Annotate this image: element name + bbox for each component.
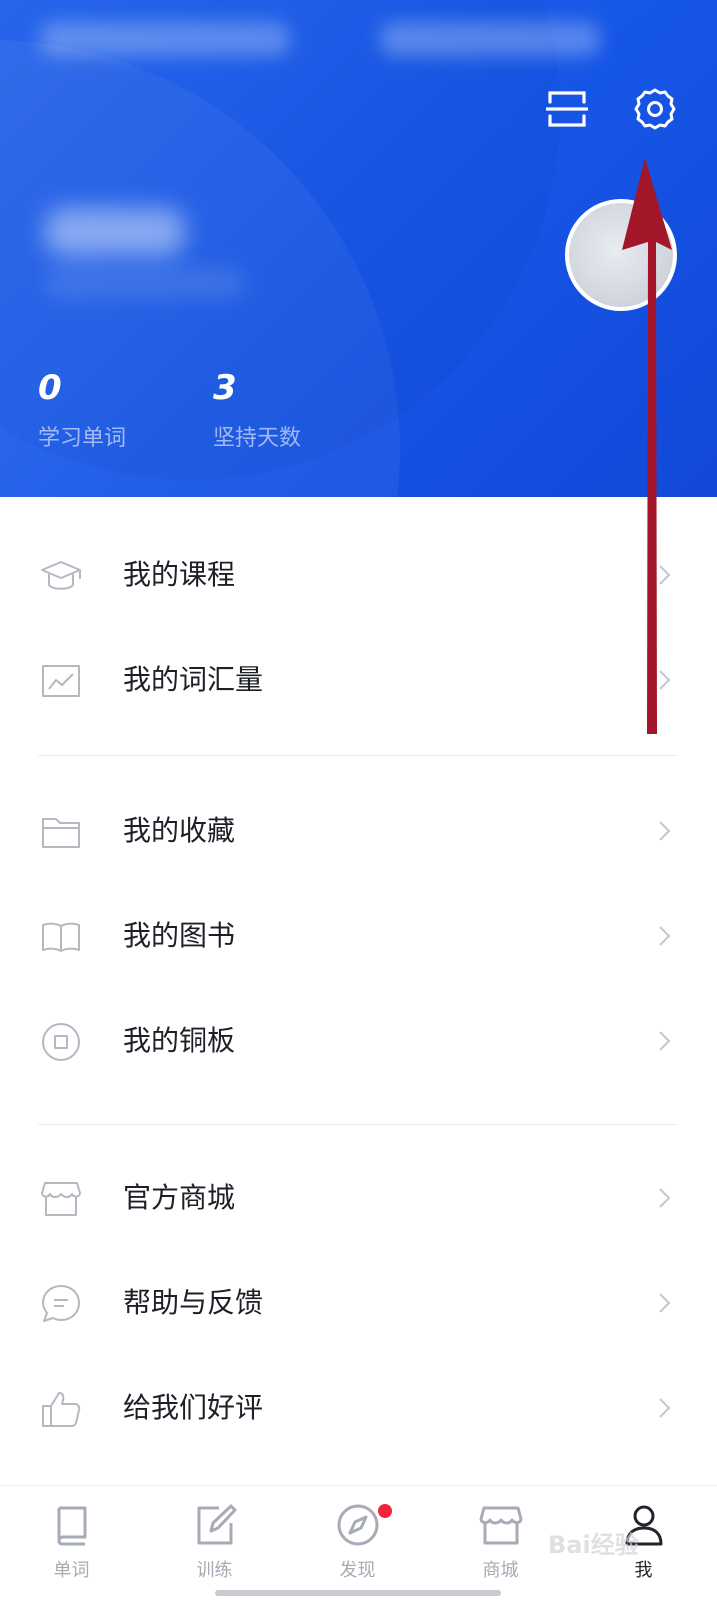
menu-item-label: 我的铜板 <box>123 1024 236 1057</box>
graduation-cap-icon <box>41 561 81 590</box>
chevron-right-icon <box>659 1398 671 1418</box>
chevron-right-icon <box>659 1293 671 1313</box>
gear-icon[interactable] <box>633 87 677 131</box>
home-indicator <box>215 1590 501 1596</box>
learned-words-count: 0 <box>38 368 62 408</box>
menu-item-label: 官方商城 <box>123 1181 236 1214</box>
menu-item-my-vocabulary[interactable]: 我的词汇量 <box>0 630 717 730</box>
thumbs-up-icon <box>42 1392 81 1427</box>
watermark: Bai经验 <box>548 1531 639 1559</box>
nav-tab-words[interactable]: 单词 <box>0 1486 143 1586</box>
menu-item-rate-us[interactable]: 给我们好评 <box>0 1358 717 1458</box>
menu-item-my-coins[interactable]: 我的铜板 <box>0 991 717 1091</box>
profile-header: 0 学习单词 3 坚持天数 <box>0 0 717 497</box>
menu-item-label: 我的词汇量 <box>123 663 264 696</box>
blurred-status-bar <box>380 22 600 56</box>
book-icon <box>57 1506 86 1546</box>
menu-item-label: 我的图书 <box>123 919 236 952</box>
nav-tab-discover[interactable]: 发现 <box>286 1486 429 1586</box>
menu-item-help-feedback[interactable]: 帮助与反馈 <box>0 1253 717 1353</box>
nav-tab-label: 发现 <box>339 1560 376 1581</box>
nav-tab-label: 单词 <box>53 1560 90 1581</box>
scan-icon[interactable] <box>546 88 588 130</box>
store-icon <box>41 1182 81 1216</box>
coin-icon <box>42 1023 80 1061</box>
menu-item-my-favorites[interactable]: 我的收藏 <box>0 781 717 881</box>
chevron-right-icon <box>659 926 671 946</box>
nav-tab-training[interactable]: 训练 <box>143 1486 286 1586</box>
blurred-user-info <box>45 268 245 298</box>
annotation-arrow <box>622 158 672 734</box>
menu-item-label: 我的课程 <box>123 558 236 591</box>
menu-item-my-courses[interactable]: 我的课程 <box>0 525 717 625</box>
learned-words-label: 学习单词 <box>38 426 127 451</box>
blurred-status-bar <box>40 22 290 56</box>
menu-item-label: 我的收藏 <box>123 814 236 847</box>
compass-icon <box>337 1504 378 1546</box>
line-chart-icon <box>42 665 80 697</box>
menu-item-my-books[interactable]: 我的图书 <box>0 886 717 986</box>
chevron-right-icon <box>659 821 671 841</box>
divider <box>38 755 678 756</box>
nav-tab-label: 训练 <box>196 1560 233 1581</box>
menu-item-label: 给我们好评 <box>123 1391 264 1424</box>
menu-item-official-store[interactable]: 官方商城 <box>0 1148 717 1248</box>
streak-days-label: 坚持天数 <box>213 426 302 451</box>
divider <box>38 1124 678 1125</box>
edit-icon <box>197 1504 236 1545</box>
menu-item-label: 帮助与反馈 <box>123 1286 264 1319</box>
book-open-icon <box>42 922 80 952</box>
chevron-right-icon <box>659 1188 671 1208</box>
chat-bubble-icon <box>42 1285 80 1322</box>
streak-days-count: 3 <box>213 368 237 408</box>
notification-badge <box>378 1504 392 1518</box>
blurred-username <box>45 208 185 256</box>
folder-icon <box>42 818 80 848</box>
chevron-right-icon <box>659 1031 671 1051</box>
store-icon <box>479 1506 522 1545</box>
